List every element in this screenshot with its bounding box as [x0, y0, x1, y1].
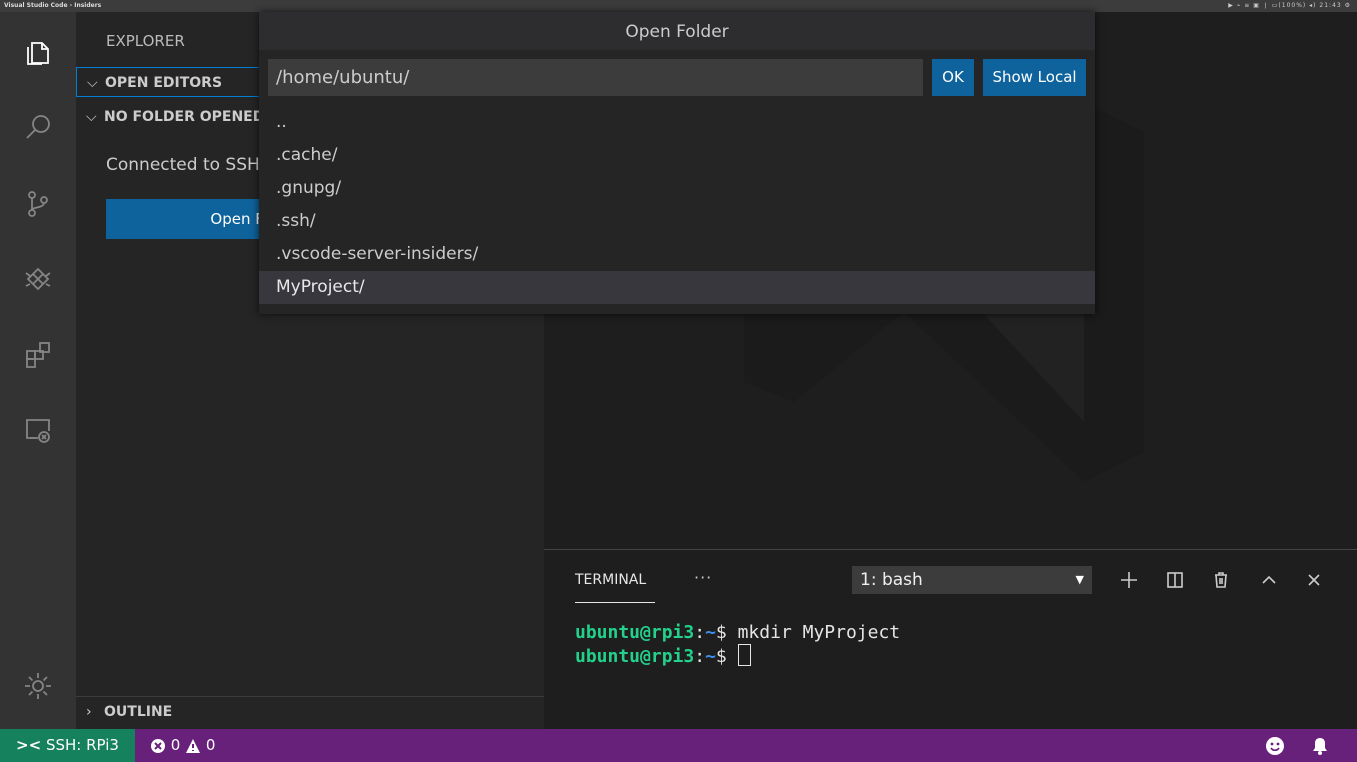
problems-indicator[interactable]: 0 0	[150, 729, 215, 762]
terminal-output[interactable]: ubuntu@rpi3:~$ mkdir MyProject ubuntu@rpi…	[575, 622, 900, 668]
remote-icon: ><	[16, 736, 42, 754]
open-editors-label: OPEN EDITORS	[105, 75, 223, 91]
feedback-smiley-icon[interactable]	[1265, 736, 1285, 756]
status-bar: >< SSH: RPi3 0 0	[0, 729, 1357, 762]
warning-count: 0	[205, 736, 216, 754]
terminal-line: ubuntu@rpi3:~$ mkdir MyProject	[575, 622, 901, 643]
show-local-button[interactable]: Show Local	[983, 59, 1086, 96]
warning-icon	[186, 738, 201, 753]
open-folder-dialog: Open Folder OK Show Local .. .cache/ .gn…	[259, 12, 1095, 314]
more-actions-icon[interactable]: ···	[694, 568, 712, 587]
folder-item-parent[interactable]: ..	[259, 106, 1095, 139]
os-top-bar: Visual Studio Code - Insiders ▶ ⌁ ≡ ▣ ❘ …	[0, 0, 1357, 12]
os-system-tray[interactable]: ▶ ⌁ ≡ ▣ ❘ ▭(100%) ◂) 21:43 ⚙	[1228, 0, 1351, 12]
terminal-command: mkdir MyProject	[737, 622, 901, 643]
folder-path-input[interactable]	[268, 59, 923, 96]
chevron-right-icon: ›	[86, 704, 92, 720]
dialog-title: Open Folder	[259, 12, 1095, 50]
folder-item[interactable]: .ssh/	[259, 205, 1095, 238]
chevron-down-icon: ⌵	[86, 109, 97, 125]
remote-label: SSH: RPi3	[45, 736, 119, 754]
explorer-icon[interactable]	[18, 32, 58, 72]
new-terminal-icon[interactable]	[1116, 566, 1142, 594]
terminal-select-value: 1: bash	[860, 570, 923, 590]
outline-label: OUTLINE	[104, 704, 173, 720]
no-folder-label: NO FOLDER OPENED	[104, 109, 265, 125]
remote-explorer-icon[interactable]	[18, 410, 58, 450]
terminal-select[interactable]: 1: bash ▼	[852, 566, 1092, 594]
terminal-cursor	[737, 644, 751, 666]
settings-gear-icon[interactable]	[18, 666, 58, 706]
close-panel-icon[interactable]	[1301, 566, 1327, 594]
prompt-user: ubuntu@rpi3	[575, 646, 695, 667]
prompt-symbol: $	[715, 646, 727, 667]
kill-terminal-icon[interactable]	[1208, 566, 1234, 594]
os-window-title: Visual Studio Code - Insiders	[4, 2, 102, 9]
active-tab-underline	[575, 602, 655, 603]
folder-item[interactable]: .gnupg/	[259, 172, 1095, 205]
notifications-bell-icon[interactable]	[1310, 736, 1330, 756]
folder-list: .. .cache/ .gnupg/ .ssh/ .vscode-server-…	[259, 106, 1095, 304]
prompt-path: ~	[705, 646, 716, 667]
maximize-panel-icon[interactable]	[1256, 566, 1282, 594]
ok-button[interactable]: OK	[932, 59, 974, 96]
search-icon[interactable]	[18, 107, 58, 147]
source-control-icon[interactable]	[18, 184, 58, 224]
error-icon	[151, 738, 165, 753]
terminal-line: ubuntu@rpi3:~$	[575, 644, 900, 668]
chevron-down-icon: ⌵	[87, 75, 98, 91]
prompt-path: ~	[705, 622, 716, 643]
activity-bar	[0, 12, 76, 729]
folder-item[interactable]: .cache/	[259, 139, 1095, 172]
terminal-panel: TERMINAL ··· 1: bash ▼ ubuntu@rpi3:~$ mk…	[544, 549, 1357, 730]
sidebar-title: EXPLORER	[106, 32, 185, 50]
outline-section[interactable]: › OUTLINE	[76, 696, 544, 726]
dropdown-arrow-icon: ▼	[1075, 573, 1084, 586]
folder-item[interactable]: .vscode-server-insiders/	[259, 238, 1095, 271]
prompt-symbol: $	[715, 622, 727, 643]
error-count: 0	[170, 736, 181, 754]
split-terminal-icon[interactable]	[1162, 566, 1188, 594]
extensions-icon[interactable]	[18, 335, 58, 375]
prompt-user: ubuntu@rpi3	[575, 622, 695, 643]
folder-item-selected[interactable]: MyProject/	[259, 271, 1095, 304]
tab-terminal[interactable]: TERMINAL	[575, 572, 646, 588]
debug-icon[interactable]	[18, 260, 58, 300]
remote-indicator[interactable]: >< SSH: RPi3	[0, 729, 135, 762]
